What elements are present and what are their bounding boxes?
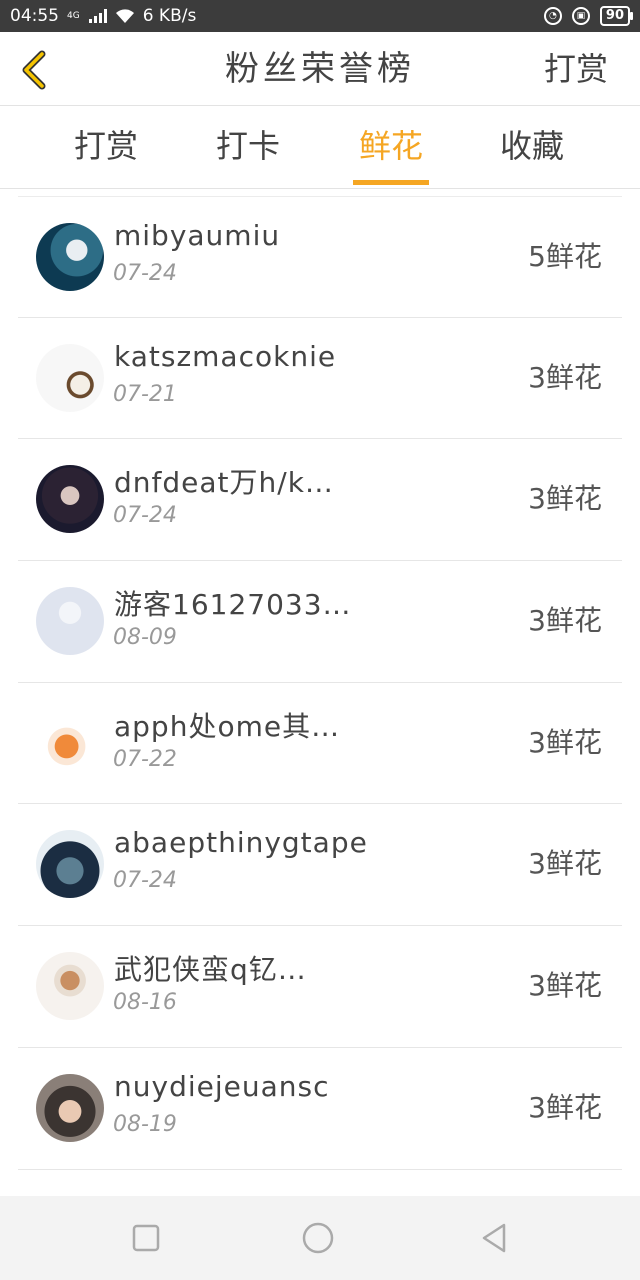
flower-count: 5鲜花	[528, 240, 602, 273]
network-type: 4G	[67, 10, 80, 21]
app-header: 粉丝荣誉榜 打赏	[0, 32, 640, 106]
user-name: nuydiejeuansc	[114, 1069, 330, 1103]
avatar	[36, 223, 104, 291]
tab-label: 鲜花	[358, 127, 423, 165]
fan-list: mibyaumiu 07-24 5鲜花 katszmacoknie 07-21 …	[18, 196, 622, 1170]
list-item[interactable]: 武犯侠蛮q钇… 08-16 3鲜花	[18, 926, 622, 1048]
tab-reward[interactable]: 打赏	[46, 107, 166, 189]
flower-count: 3鲜花	[528, 969, 602, 1003]
clock: 04:55	[10, 6, 59, 26]
recents-icon[interactable]	[128, 1220, 164, 1256]
battery-icon: 90	[599, 6, 634, 26]
user-name: katszmacoknie	[114, 339, 337, 373]
flower-count: 3鲜花	[528, 725, 602, 759]
date: 07-21	[113, 381, 177, 407]
flower-count: 3鲜花	[528, 482, 602, 516]
tab-favorites[interactable]: 收藏	[472, 107, 592, 189]
sync-icon: ◔	[543, 7, 562, 25]
flower-count: 3鲜花	[528, 360, 602, 394]
user-name: apph处ome其…	[114, 709, 341, 743]
user-name: mibyaumiu	[114, 219, 281, 252]
avatar	[36, 343, 104, 412]
user-name: abaepthinygtape	[114, 826, 368, 860]
date: 08-19	[113, 1111, 177, 1137]
avatar	[36, 465, 104, 534]
signal-icon	[88, 9, 107, 23]
network-speed: 6 KB/s	[142, 6, 197, 26]
flower-count: 3鲜花	[528, 847, 602, 881]
status-bar: 04:55 4G 6 KB/s ◔ ▣ 90	[0, 0, 640, 32]
lock-icon: ▣	[571, 7, 590, 25]
wifi-icon	[115, 9, 134, 23]
date: 07-24	[113, 868, 177, 894]
tab-indicator	[353, 180, 429, 185]
system-nav-bar	[0, 1196, 640, 1280]
date: 07-24	[113, 261, 177, 286]
date: 07-22	[113, 746, 177, 772]
tab-checkin[interactable]: 打卡	[188, 107, 308, 189]
list-item[interactable]: mibyaumiu 07-24 5鲜花	[18, 196, 622, 318]
tab-label: 打卡	[215, 127, 280, 165]
user-name: dnfdeat万h/k…	[114, 466, 334, 500]
list-item[interactable]: abaepthinygtape 07-24 3鲜花	[18, 804, 622, 927]
back-icon[interactable]	[476, 1220, 512, 1256]
avatar	[36, 830, 104, 899]
reward-button[interactable]: 打赏	[544, 32, 608, 106]
flower-count: 3鲜花	[528, 604, 602, 638]
date: 08-16	[113, 990, 177, 1016]
list-item[interactable]: nuydiejeuansc 08-19 3鲜花	[18, 1048, 622, 1170]
list-item[interactable]: 游客16127033… 08-09 3鲜花	[18, 561, 622, 683]
tab-bar: 打赏 打卡 鲜花 收藏	[0, 107, 640, 189]
tab-flowers[interactable]: 鲜花	[331, 107, 451, 189]
home-icon[interactable]	[300, 1220, 336, 1256]
tab-label: 收藏	[499, 127, 564, 165]
flower-count: 3鲜花	[528, 1090, 602, 1124]
list-item[interactable]: katszmacoknie 07-21 3鲜花	[18, 318, 622, 440]
avatar	[36, 1073, 104, 1142]
list-item[interactable]: apph处ome其… 07-22 3鲜花	[18, 683, 622, 805]
date: 07-24	[113, 503, 177, 529]
user-name: 武犯侠蛮q钇…	[114, 953, 307, 987]
avatar	[36, 952, 104, 1021]
tab-label: 打赏	[73, 127, 138, 165]
user-name: 游客16127033…	[114, 588, 352, 622]
date: 08-09	[113, 625, 177, 651]
avatar	[36, 708, 104, 777]
battery-level: 90	[605, 8, 624, 23]
avatar	[36, 587, 104, 656]
list-item[interactable]: dnfdeat万h/k… 07-24 3鲜花	[18, 439, 622, 562]
